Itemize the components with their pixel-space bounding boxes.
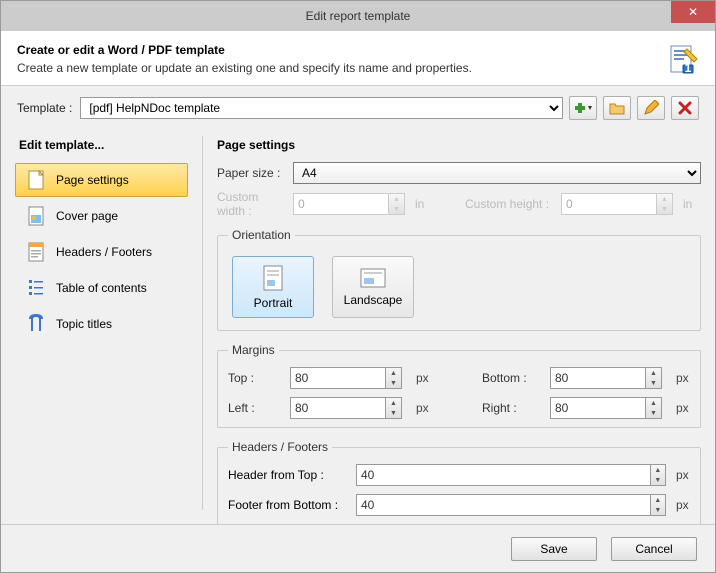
hf-legend: Headers / Footers <box>228 440 332 454</box>
sidebar-item-topic-titles[interactable]: Topic titles <box>15 307 188 341</box>
close-icon: ✕ <box>688 5 698 19</box>
margin-right-spinner[interactable]: ▲▼ <box>646 397 662 419</box>
orientation-portrait[interactable]: Portrait <box>232 256 314 318</box>
sidebar-item-label: Table of contents <box>56 281 147 295</box>
template-edit-icon: 1 <box>667 43 699 75</box>
unit-in: in <box>683 197 701 211</box>
unit-px: px <box>676 498 694 512</box>
footer-from-bottom-input[interactable] <box>356 494 651 516</box>
edit-template-button[interactable] <box>637 96 665 120</box>
paper-size-label: Paper size : <box>217 166 287 180</box>
headers-footers-icon <box>26 241 46 263</box>
sidebar-item-label: Topic titles <box>56 317 112 331</box>
cancel-button[interactable]: Cancel <box>611 537 697 561</box>
dialog-window: Edit report template ✕ Create or edit a … <box>0 0 716 573</box>
sidebar-item-label: Cover page <box>56 209 118 223</box>
unit-px: px <box>416 371 434 385</box>
template-label: Template : <box>17 101 72 115</box>
sidebar-item-label: Page settings <box>56 173 129 187</box>
orientation-legend: Orientation <box>228 228 295 242</box>
unit-in: in <box>415 197 433 211</box>
main-panel: Page settings Paper size : A4 Custom wid… <box>217 132 701 514</box>
delete-x-icon <box>678 101 692 115</box>
margins-group: Margins Top : ▲▼ px Bottom : ▲▼ px Left … <box>217 343 701 428</box>
margin-bottom-label: Bottom : <box>482 371 544 385</box>
portrait-icon <box>262 264 284 292</box>
add-template-button[interactable] <box>569 96 597 120</box>
custom-height-input <box>561 193 657 215</box>
margins-legend: Margins <box>228 343 279 357</box>
template-dropdown[interactable]: [pdf] HelpNDoc template <box>80 97 563 119</box>
sidebar-item-table-of-contents[interactable]: Table of contents <box>15 271 188 305</box>
margin-top-label: Top : <box>228 371 284 385</box>
sidebar-item-cover-page[interactable]: Cover page <box>15 199 188 233</box>
template-selector-row: Template : [pdf] HelpNDoc template <box>1 86 715 126</box>
unit-px: px <box>416 401 434 415</box>
margin-bottom-input[interactable] <box>550 367 646 389</box>
landscape-label: Landscape <box>344 293 403 307</box>
toc-icon <box>26 277 46 299</box>
margin-left-spinner[interactable]: ▲▼ <box>386 397 402 419</box>
custom-height-label: Custom height : <box>465 197 555 211</box>
panel-title: Page settings <box>217 132 701 162</box>
landscape-icon <box>359 267 387 289</box>
orientation-group: Orientation Portrait Landscape <box>217 228 701 331</box>
custom-width-spinner: ▲▼ <box>389 193 405 215</box>
margin-left-input[interactable] <box>290 397 386 419</box>
margin-top-input[interactable] <box>290 367 386 389</box>
portrait-label: Portrait <box>254 296 293 310</box>
pencil-icon <box>643 100 659 116</box>
cover-page-icon <box>26 205 46 227</box>
footer-from-bottom-label: Footer from Bottom : <box>228 498 350 512</box>
unit-px: px <box>676 371 694 385</box>
dialog-header: Create or edit a Word / PDF template Cre… <box>1 31 715 86</box>
page-settings-icon <box>26 169 46 191</box>
dialog-footer: Save Cancel <box>1 524 715 572</box>
title-bar: Edit report template ✕ <box>1 1 715 31</box>
margin-top-spinner[interactable]: ▲▼ <box>386 367 402 389</box>
folder-open-icon <box>609 101 625 115</box>
orientation-landscape[interactable]: Landscape <box>332 256 414 318</box>
header-subtitle: Create a new template or update an exist… <box>17 61 667 75</box>
margin-left-label: Left : <box>228 401 284 415</box>
header-from-top-label: Header from Top : <box>228 468 350 482</box>
svg-text:1: 1 <box>685 61 692 75</box>
sidebar: Edit template... Page settings Cover pag… <box>15 132 188 514</box>
custom-height-spinner: ▲▼ <box>657 193 673 215</box>
margin-right-label: Right : <box>482 401 544 415</box>
unit-px: px <box>676 401 694 415</box>
sidebar-item-label: Headers / Footers <box>56 245 152 259</box>
header-from-top-input[interactable] <box>356 464 651 486</box>
headers-footers-group: Headers / Footers Header from Top : ▲▼ p… <box>217 440 701 524</box>
footer-spinner[interactable]: ▲▼ <box>651 494 666 516</box>
delete-template-button[interactable] <box>671 96 699 120</box>
vertical-divider <box>202 136 203 510</box>
margin-right-input[interactable] <box>550 397 646 419</box>
header-spinner[interactable]: ▲▼ <box>651 464 666 486</box>
save-button[interactable]: Save <box>511 537 597 561</box>
sidebar-item-page-settings[interactable]: Page settings <box>15 163 188 197</box>
margin-bottom-spinner[interactable]: ▲▼ <box>646 367 662 389</box>
header-title: Create or edit a Word / PDF template <box>17 43 667 57</box>
open-template-button[interactable] <box>603 96 631 120</box>
close-button[interactable]: ✕ <box>671 1 715 23</box>
custom-width-input <box>293 193 389 215</box>
paper-size-dropdown[interactable]: A4 <box>293 162 701 184</box>
topic-titles-icon <box>26 313 46 335</box>
custom-width-label: Custom width : <box>217 190 287 218</box>
unit-px: px <box>676 468 694 482</box>
window-title: Edit report template <box>1 9 715 23</box>
sidebar-item-headers-footers[interactable]: Headers / Footers <box>15 235 188 269</box>
add-plus-icon <box>573 101 593 115</box>
sidebar-title: Edit template... <box>15 132 188 163</box>
